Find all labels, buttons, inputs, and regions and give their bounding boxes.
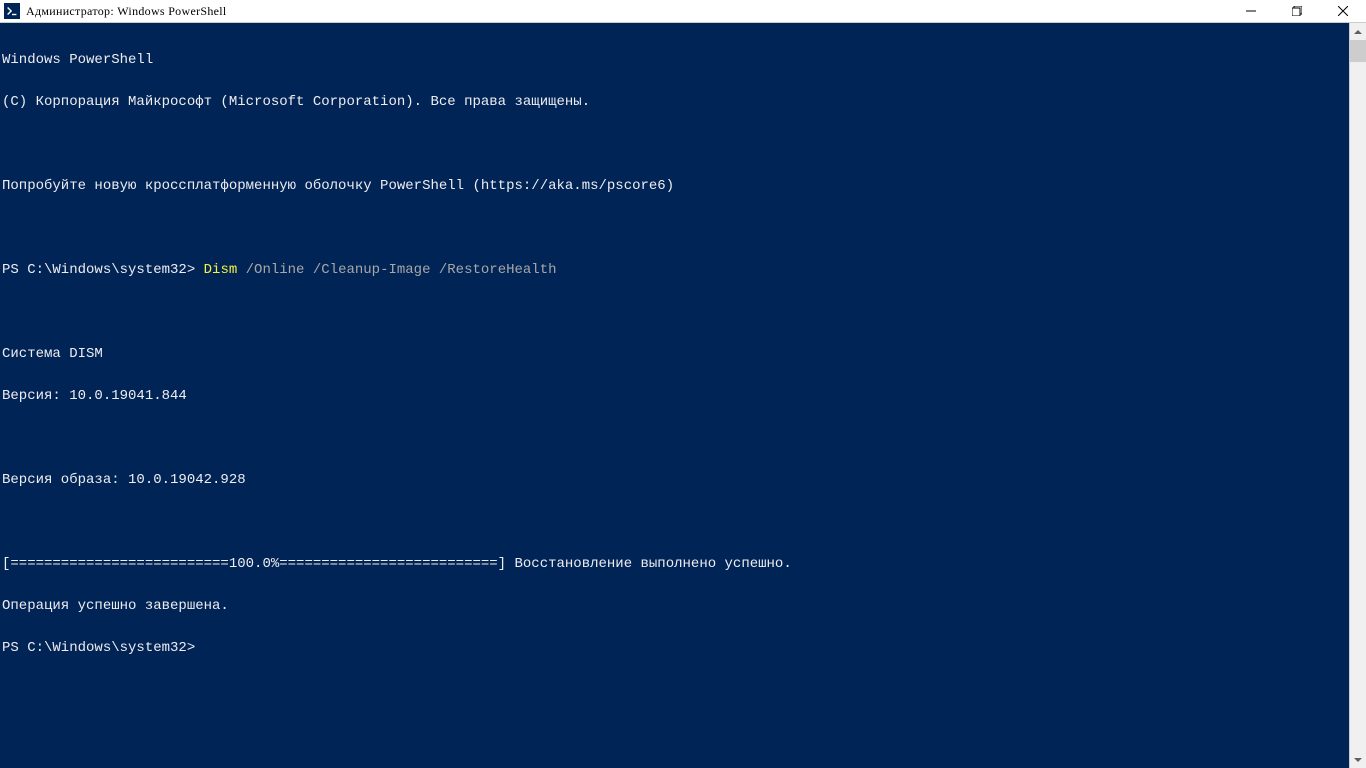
terminal-area: Windows PowerShell (C) Корпорация Майкро… [0,23,1366,768]
close-button[interactable] [1320,0,1366,22]
minimize-button[interactable] [1228,0,1274,22]
console-line [2,137,1349,151]
console-line [2,305,1349,319]
console-line: Попробуйте новую кроссплатформенную обол… [2,179,1349,193]
console-line: PS C:\Windows\system32> [2,641,1349,655]
console-line: Windows PowerShell [2,53,1349,67]
command-name: Dism [204,262,238,278]
console-line: Версия образа: 10.0.19042.928 [2,473,1349,487]
vertical-scrollbar[interactable] [1349,23,1366,768]
prompt-path: PS C:\Windows\system32> [2,640,204,656]
scroll-up-button[interactable] [1350,23,1366,40]
console-line: [==========================100.0%=======… [2,557,1349,571]
maximize-button[interactable] [1274,0,1320,22]
console-line: Операция успешно завершена. [2,599,1349,613]
powershell-icon [4,3,20,19]
window-title: Администратор: Windows PowerShell [26,4,1228,19]
console-line [2,431,1349,445]
window-titlebar[interactable]: Администратор: Windows PowerShell [0,0,1366,23]
window-controls [1228,0,1366,22]
scroll-thumb[interactable] [1350,40,1366,62]
console-line: Версия: 10.0.19041.844 [2,389,1349,403]
console-line [2,221,1349,235]
scroll-down-button[interactable] [1350,751,1366,768]
console-line [2,515,1349,529]
command-args: /Online /Cleanup-Image /RestoreHealth [237,262,556,278]
console-line: Cистема DISM [2,347,1349,361]
prompt-path: PS C:\Windows\system32> [2,262,204,278]
console-line: (C) Корпорация Майкрософт (Microsoft Cor… [2,95,1349,109]
terminal-output[interactable]: Windows PowerShell (C) Корпорация Майкро… [0,23,1349,768]
scroll-track[interactable] [1350,40,1366,751]
console-line: PS C:\Windows\system32> Dism /Online /Cl… [2,263,1349,277]
